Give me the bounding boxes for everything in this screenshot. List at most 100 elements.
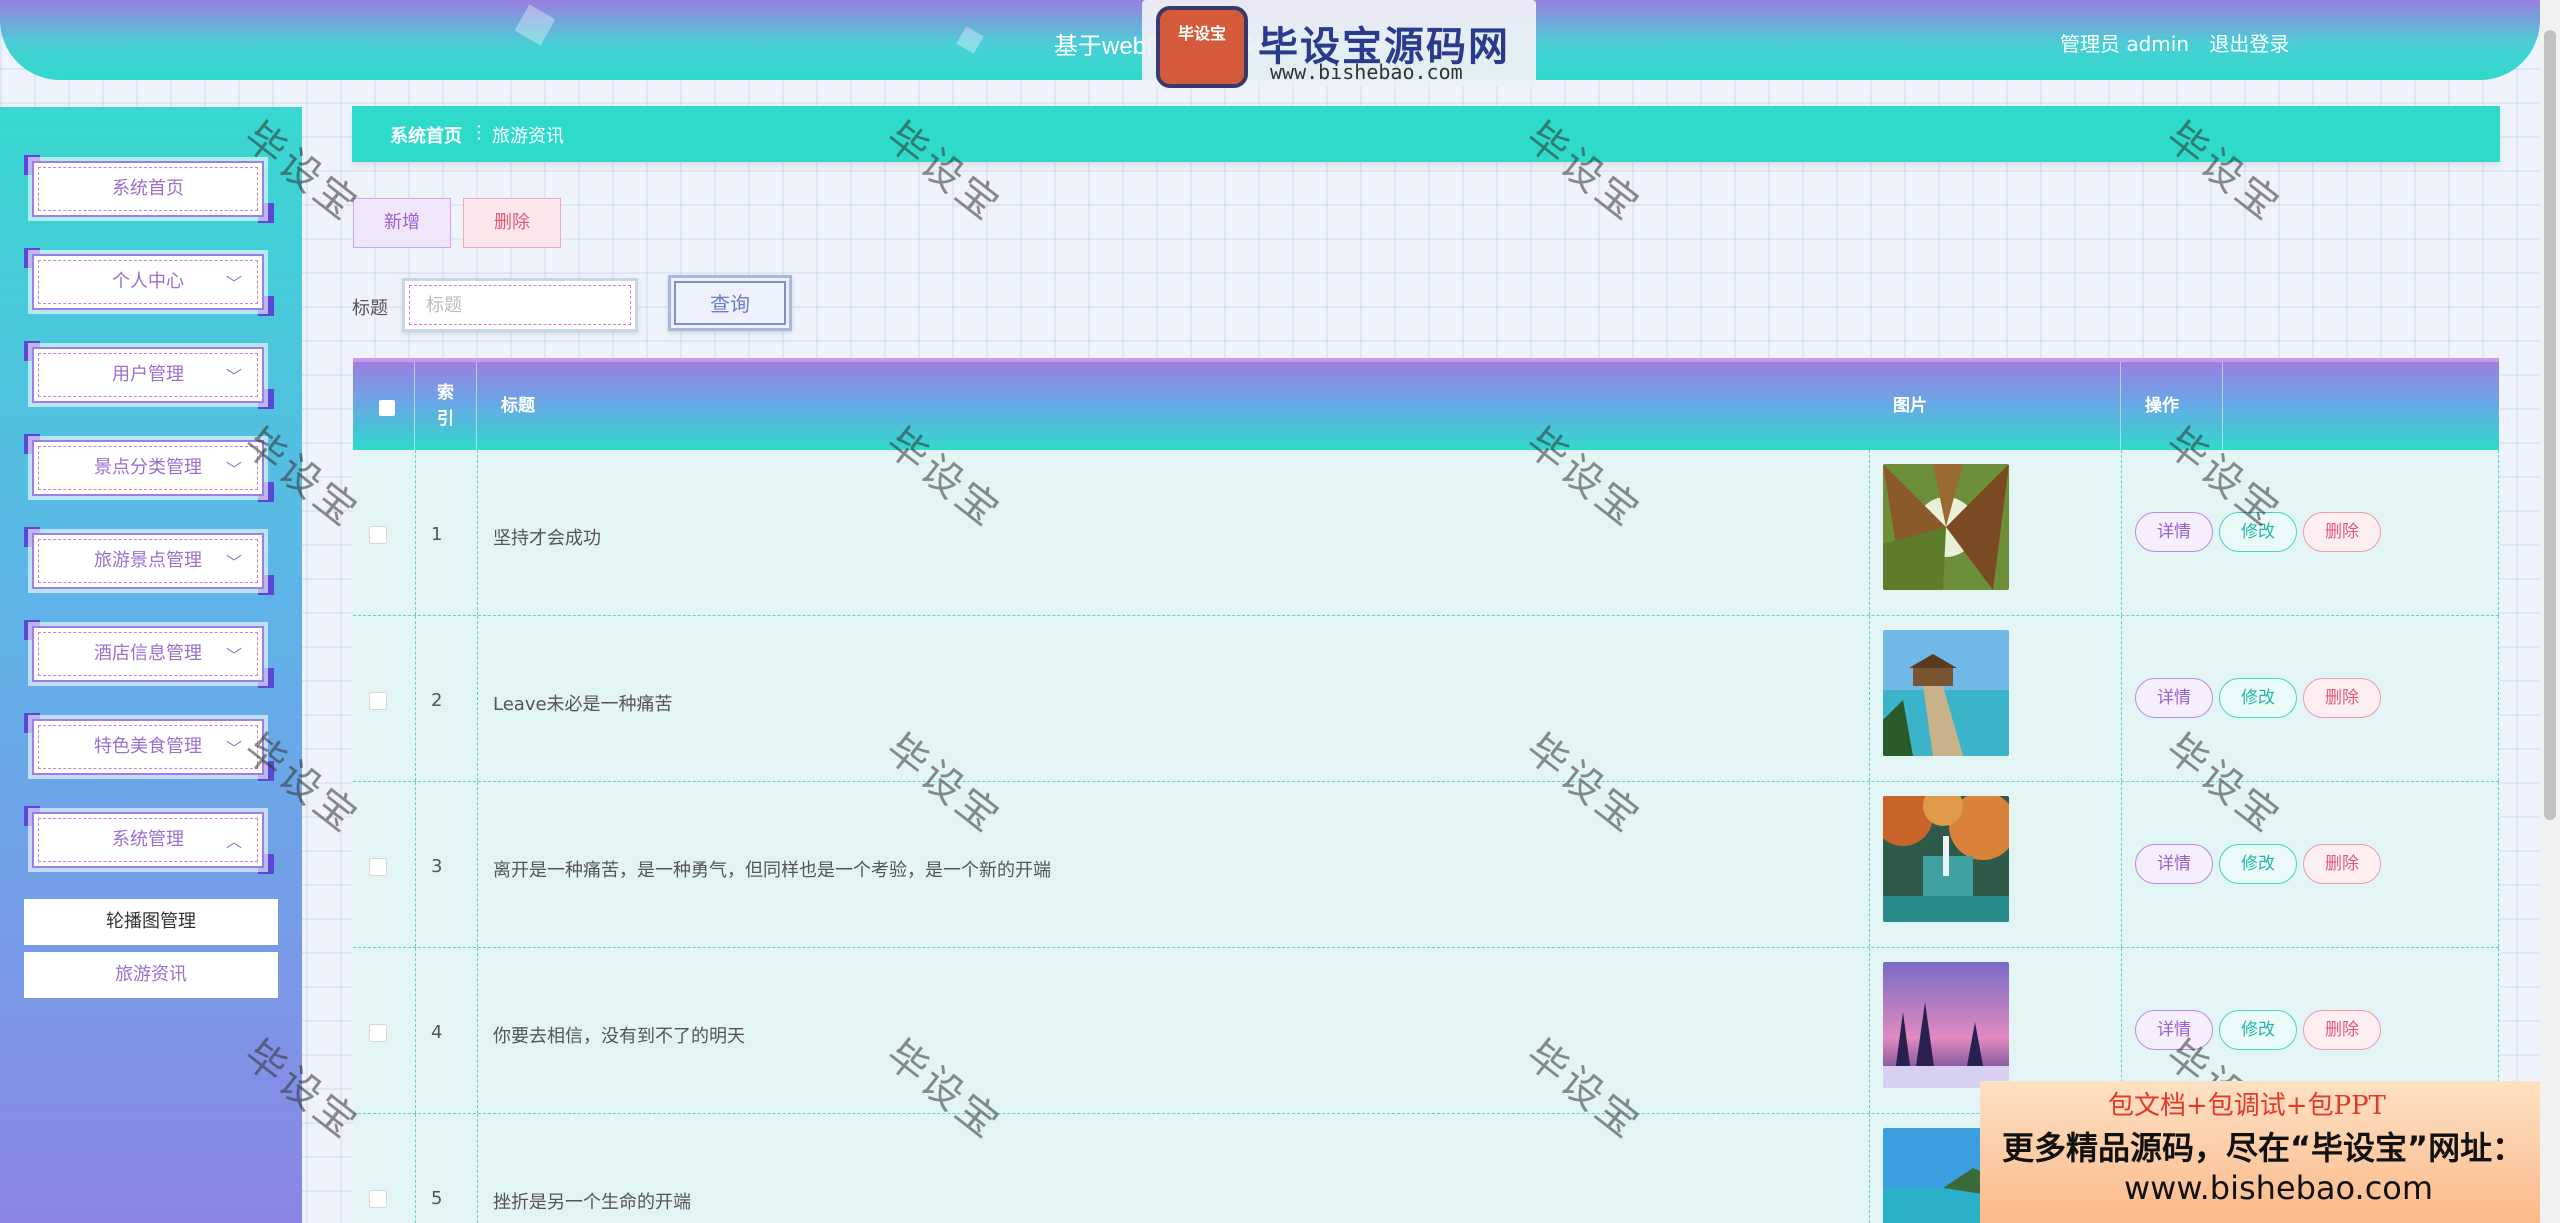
detail-button[interactable]: 详情 (2135, 512, 2213, 552)
row-image (1883, 630, 2009, 756)
column-divider (2121, 450, 2122, 615)
row-index: 5 (431, 1188, 443, 1209)
column-divider (2498, 782, 2499, 947)
search-input[interactable] (409, 285, 631, 325)
column-divider (1869, 1114, 1870, 1223)
header-image: 图片 (1869, 362, 2121, 450)
table-row: 3 离开是一种痛苦，是一种勇气，但同样也是一个考验，是一个新的开端 详情 修改 … (353, 782, 2499, 948)
sidebar-item-home[interactable]: 系统首页 (24, 155, 274, 223)
user-area: 管理员 admin 退出登录 (2060, 28, 2303, 57)
detail-button[interactable]: 详情 (2135, 844, 2213, 884)
delete-button[interactable]: 删除 (2303, 512, 2381, 552)
column-divider (2121, 616, 2122, 781)
header-select-all-cell (353, 362, 415, 450)
sidebar-item-label: 系统首页 (112, 178, 184, 199)
breadcrumb-home[interactable]: 系统首页 (390, 122, 462, 148)
logo-url: www.bishebao.com (1270, 60, 1463, 84)
row-image (1883, 796, 2009, 922)
delete-button[interactable]: 删除 (2303, 844, 2381, 884)
sidebar-item-food[interactable]: 特色美食管理 ﹀ (24, 713, 274, 781)
page-scrollbar[interactable] (2540, 0, 2560, 1223)
column-divider (1869, 616, 1870, 781)
sidebar: 系统首页 个人中心 ﹀ 用户管理 ﹀ 景点分类管理 ﹀ 旅游景点管理 ﹀ 酒店信… (0, 107, 302, 1223)
sidebar-subitem-carousel[interactable]: 轮播图管理 (24, 899, 278, 945)
column-divider (477, 450, 478, 615)
decor-square (514, 4, 556, 46)
column-divider (1869, 948, 1870, 1113)
scrollbar-thumb[interactable] (2544, 30, 2556, 820)
detail-button[interactable]: 详情 (2135, 678, 2213, 718)
sidebar-item-scenic-category[interactable]: 景点分类管理 ﹀ (24, 434, 274, 502)
row-checkbox[interactable] (369, 692, 387, 710)
row-checkbox[interactable] (369, 1024, 387, 1042)
sidebar-item-hotels[interactable]: 酒店信息管理 ﹀ (24, 620, 274, 688)
row-image (1883, 962, 2009, 1088)
table-header: 索 引 标题 图片 操作 (353, 358, 2499, 450)
chevron-down-icon: ﹀ (225, 274, 242, 293)
sidebar-item-user-management[interactable]: 用户管理 ﹀ (24, 341, 274, 409)
row-title: 坚持才会成功 (493, 528, 601, 549)
column-divider (415, 1114, 416, 1223)
chevron-down-icon: ﹀ (225, 739, 242, 758)
promo-line-3: www.bishebao.com (2124, 1169, 2434, 1207)
column-divider (415, 948, 416, 1113)
column-divider (477, 1114, 478, 1223)
add-button[interactable]: 新增 (353, 198, 451, 248)
sidebar-item-system[interactable]: 系统管理 ︿ (24, 806, 274, 874)
row-image (1883, 464, 2009, 590)
promo-line-1: 包文档+包调试+包PPT (2108, 1091, 2386, 1121)
query-button[interactable]: 查询 (668, 275, 792, 331)
row-index: 2 (431, 690, 443, 711)
batch-delete-button[interactable]: 删除 (463, 198, 561, 248)
logout-link[interactable]: 退出登录 (2209, 32, 2289, 56)
column-divider (2498, 616, 2499, 781)
header-actions: 操作 (2145, 396, 2179, 416)
query-button-label: 查询 (674, 281, 786, 325)
promo-line-2: 更多精品源码，尽在“毕设宝”网址： (2002, 1129, 2525, 1167)
row-index: 4 (431, 1022, 443, 1043)
logo-badge: 毕设宝 (1156, 6, 1248, 88)
row-index: 1 (431, 524, 443, 545)
admin-label: 管理员 admin (2060, 32, 2190, 56)
decor-square (956, 26, 984, 54)
column-divider (477, 616, 478, 781)
sidebar-item-scenic-spots[interactable]: 旅游景点管理 ﹀ (24, 527, 274, 595)
breadcrumb-separator: ⋮ (470, 122, 488, 143)
edit-button[interactable]: 修改 (2219, 844, 2297, 884)
table-row: 2 Leave未必是一种痛苦 详情 修改 删除 (353, 616, 2499, 782)
row-title: Leave未必是一种痛苦 (493, 694, 673, 715)
column-divider (1869, 782, 1870, 947)
watermark-logo: 毕设宝 毕设宝源码网 www.bishebao.com (1142, 0, 1536, 88)
column-divider (415, 616, 416, 781)
column-divider (2121, 782, 2122, 947)
column-divider (415, 450, 416, 615)
column-divider (477, 948, 478, 1113)
search-input-wrapper (402, 278, 638, 332)
row-checkbox[interactable] (369, 858, 387, 876)
edit-button[interactable]: 修改 (2219, 512, 2297, 552)
sidebar-subitem-travel-news[interactable]: 旅游资讯 (24, 952, 278, 998)
delete-button[interactable]: 删除 (2303, 1010, 2381, 1050)
header-index: 索 引 (415, 362, 477, 450)
promo-banner: 包文档+包调试+包PPT 更多精品源码，尽在“毕设宝”网址： www.bishe… (1980, 1081, 2560, 1223)
search-label: 标题 (352, 298, 388, 319)
breadcrumb-current: 旅游资讯 (492, 126, 564, 147)
chevron-down-icon: ﹀ (225, 553, 242, 572)
chevron-down-icon: ﹀ (225, 646, 242, 665)
select-all-checkbox[interactable] (379, 400, 395, 416)
column-divider (477, 782, 478, 947)
column-divider (2498, 450, 2499, 615)
edit-button[interactable]: 修改 (2219, 678, 2297, 718)
row-checkbox[interactable] (369, 526, 387, 544)
row-title: 离开是一种痛苦，是一种勇气，但同样也是一个考验，是一个新的开端 (493, 860, 1051, 881)
edit-button[interactable]: 修改 (2219, 1010, 2297, 1050)
column-divider (1869, 450, 1870, 615)
row-title: 挫折是另一个生命的开端 (493, 1192, 691, 1213)
detail-button[interactable]: 详情 (2135, 1010, 2213, 1050)
sidebar-item-personal-center[interactable]: 个人中心 ﹀ (24, 248, 274, 316)
row-index: 3 (431, 856, 443, 877)
row-checkbox[interactable] (369, 1190, 387, 1208)
chevron-up-icon: ︿ (225, 832, 242, 851)
delete-button[interactable]: 删除 (2303, 678, 2381, 718)
breadcrumb: 系统首页 ⋮ 旅游资讯 (352, 106, 2500, 162)
